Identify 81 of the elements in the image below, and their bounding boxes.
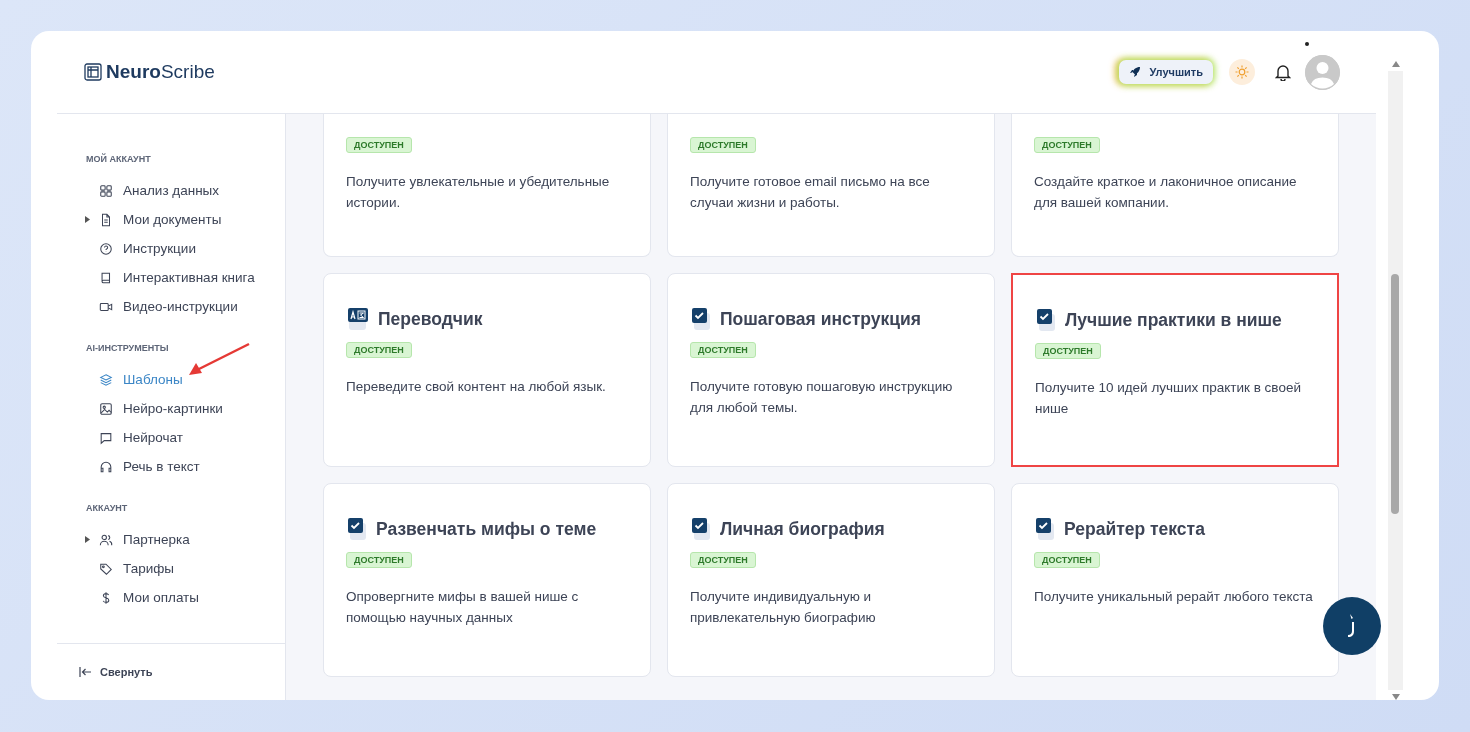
- sidebar-item[interactable]: Партнерка: [86, 525, 190, 554]
- sidebar-item[interactable]: Шаблоны: [86, 365, 183, 394]
- sidebar-item[interactable]: Нейро-картинки: [86, 394, 223, 423]
- rocket-icon: [1129, 66, 1142, 78]
- card-description: Переведите свой контент на любой язык.: [346, 378, 607, 396]
- sidebar-item[interactable]: Речь в текст: [86, 452, 200, 481]
- scroll-up-icon[interactable]: [1391, 61, 1400, 67]
- image-icon: [99, 401, 113, 416]
- card-description: Получите уникальный рерайт любого текста: [1034, 588, 1314, 606]
- document-icon: [99, 212, 113, 227]
- checkbox-icon: [690, 306, 712, 332]
- grid-icon: [99, 183, 113, 198]
- layers-icon: [99, 372, 113, 387]
- tag-icon: [99, 561, 113, 576]
- book-icon: [99, 270, 113, 285]
- card-title: Личная биография: [720, 518, 885, 540]
- card-title: Пошаговая инструкция: [720, 308, 921, 330]
- users-icon: [99, 532, 113, 547]
- status-badge: ДОСТУПЕН: [1034, 137, 1100, 153]
- sidebar-item[interactable]: Видео-инструкции: [86, 292, 238, 321]
- help-icon: [99, 241, 113, 256]
- template-card[interactable]: ДОСТУПЕН Создайте краткое и лаконичное описание для вашей компании.: [1011, 114, 1339, 257]
- sidebar-item[interactable]: Нейрочат: [86, 423, 183, 452]
- template-card[interactable]: Личная биография ДОСТУПЕН Получите индивидуальную и привлекательную биографию: [667, 483, 995, 677]
- chat-icon: [99, 430, 113, 445]
- status-badge: ДОСТУПЕН: [346, 552, 412, 568]
- theme-toggle-button[interactable]: [1229, 59, 1255, 85]
- sidebar-item[interactable]: Тарифы: [86, 554, 174, 583]
- translate-icon: [346, 306, 370, 332]
- checkbox-icon: [1034, 516, 1056, 542]
- upgrade-button[interactable]: Улучшить: [1119, 60, 1213, 84]
- status-badge: ДОСТУПЕН: [690, 552, 756, 568]
- checkbox-icon: [1035, 307, 1057, 333]
- sidebar-item[interactable]: Анализ данных: [86, 176, 220, 205]
- status-badge: ДОСТУПЕН: [346, 137, 412, 153]
- status-badge: ДОСТУПЕН: [690, 342, 756, 358]
- status-badge: ДОСТУПЕН: [690, 137, 756, 153]
- template-card[interactable]: Рерайтер текста ДОСТУПЕН Получите уникальный рерайт любого текста: [1011, 483, 1339, 677]
- section-heading: AI-ИНСТРУМЕНТЫ: [86, 343, 169, 353]
- collapse-button[interactable]: Свернуть: [79, 666, 153, 678]
- template-card[interactable]: Лучшие практики в нише ДОСТУПЕН Получите 10 идей лучших практик в своей нише: [1011, 273, 1339, 467]
- template-card[interactable]: ДОСТУПЕН Получите готовое email письмо на все случаи жизни и работы.: [667, 114, 995, 257]
- checkbox-icon: [690, 516, 712, 542]
- scrollbar[interactable]: [1388, 71, 1403, 690]
- bell-icon: [1275, 63, 1291, 81]
- template-card[interactable]: Развенчать мифы о теме ДОСТУПЕН Опровергните мифы в вашей нише с помощью научных данных: [323, 483, 651, 677]
- card-description: Получите готовую пошаговую инструкцию для любой темы.: [690, 378, 954, 417]
- card-description: Опровергните мифы в вашей нише с помощью научных данных: [346, 588, 580, 627]
- notifications-button[interactable]: [1275, 63, 1291, 81]
- checkbox-icon: [346, 516, 368, 542]
- card-title: Переводчик: [378, 308, 483, 330]
- logo-text: NeuroScribe: [106, 61, 215, 83]
- card-description: Создайте краткое и лаконичное описание для вашей компании.: [1034, 173, 1298, 212]
- sidebar-item[interactable]: Мои документы: [86, 205, 222, 234]
- caret-icon: [85, 536, 90, 543]
- status-badge: ДОСТУПЕН: [1034, 552, 1100, 568]
- sidebar-item[interactable]: Инструкции: [86, 234, 196, 263]
- template-card[interactable]: Пошаговая инструкция ДОСТУПЕН Получите готовую пошаговую инструкцию для любой темы.: [667, 273, 995, 467]
- card-title: Лучшие практики в нише: [1065, 309, 1282, 331]
- logo-icon: [84, 63, 102, 81]
- status-badge: ДОСТУПЕН: [1035, 343, 1101, 359]
- scroll-down-icon[interactable]: [1391, 694, 1400, 700]
- status-dot-icon: [1305, 41, 1309, 46]
- section-heading: АККАУНТ: [86, 503, 128, 513]
- annotation-arrow: [187, 342, 251, 378]
- card-description: Получите индивидуальную и привлекательную биографию: [690, 588, 877, 627]
- sun-icon: [1235, 65, 1249, 79]
- template-card[interactable]: Переводчик ДОСТУПЕН Переведите свой контент на любой язык.: [323, 273, 651, 467]
- sidebar-item[interactable]: Мои оплаты: [86, 583, 199, 612]
- sidebar-item[interactable]: Интерактивная книга: [86, 263, 255, 292]
- card-description: Получите готовое email письмо на все случаи жизни и работы.: [690, 173, 931, 212]
- collapse-icon: [79, 667, 92, 677]
- card-description: Получите увлекательные и убедительные истории.: [346, 173, 611, 212]
- caret-icon: [85, 216, 90, 223]
- template-card[interactable]: ДОСТУПЕН Получите увлекательные и убедительные истории.: [323, 114, 651, 257]
- card-title: Рерайтер текста: [1064, 518, 1205, 540]
- card-description: Получите 10 идей лучших практик в своей нише: [1035, 379, 1302, 418]
- status-badge: ДОСТУПЕН: [346, 342, 412, 358]
- card-title: Развенчать мифы о теме: [376, 518, 597, 540]
- headphones-icon: [99, 459, 113, 474]
- section-heading: МОЙ АККАУНТ: [86, 154, 151, 164]
